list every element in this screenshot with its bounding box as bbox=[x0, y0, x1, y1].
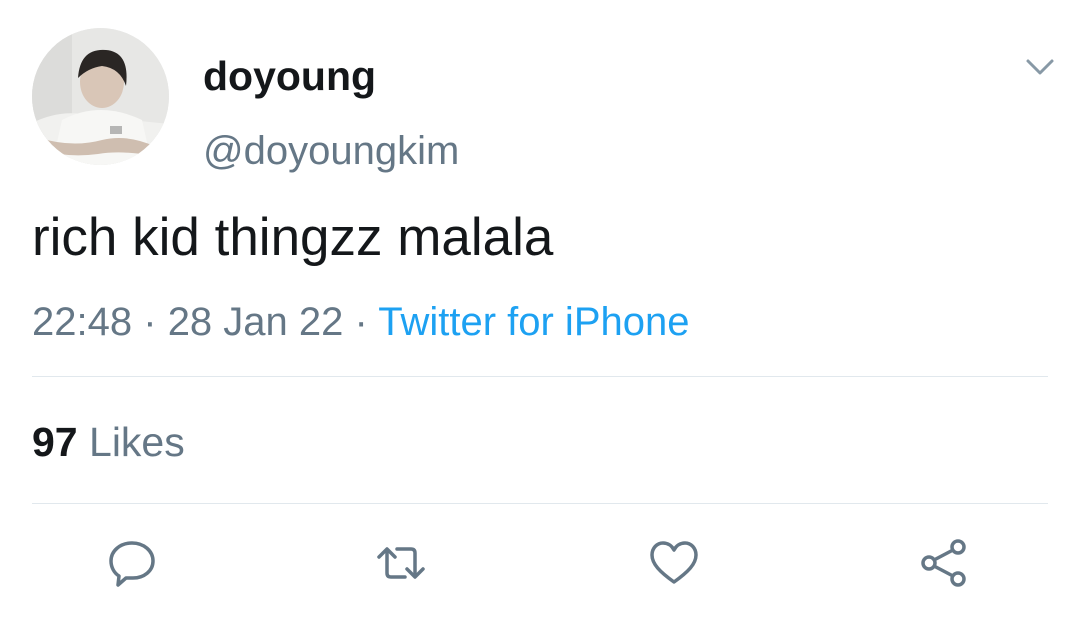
meta-separator: · bbox=[143, 300, 157, 344]
tweet-time: 22:48 bbox=[32, 300, 133, 344]
likes-label: Likes bbox=[89, 419, 185, 465]
avatar[interactable] bbox=[32, 28, 169, 165]
likes-count: 97 bbox=[32, 419, 78, 465]
avatar-photo bbox=[32, 28, 169, 165]
tweet-date: 28 Jan 22 bbox=[167, 300, 344, 344]
reply-button[interactable] bbox=[106, 537, 158, 589]
tweet-source-link[interactable]: Twitter for iPhone bbox=[378, 300, 689, 344]
share-button[interactable] bbox=[918, 537, 970, 589]
meta-separator: · bbox=[354, 300, 368, 344]
tweet-meta: 22:48 · 28 Jan 22 · Twitter for iPhone bbox=[32, 296, 689, 348]
likes-stat[interactable]: 97 Likes bbox=[32, 416, 185, 468]
display-name[interactable]: doyoung bbox=[203, 50, 376, 102]
retweet-icon bbox=[377, 547, 425, 579]
user-handle[interactable]: @doyoungkim bbox=[203, 126, 459, 176]
heart-icon bbox=[650, 541, 698, 584]
share-icon bbox=[921, 539, 966, 587]
divider bbox=[32, 376, 1048, 377]
divider bbox=[32, 503, 1048, 504]
reply-icon bbox=[109, 541, 155, 587]
chevron-down-icon[interactable] bbox=[1024, 56, 1056, 78]
like-button[interactable] bbox=[648, 537, 700, 589]
retweet-button[interactable] bbox=[375, 537, 427, 589]
tweet-text: rich kid thingzz malala bbox=[32, 208, 554, 267]
